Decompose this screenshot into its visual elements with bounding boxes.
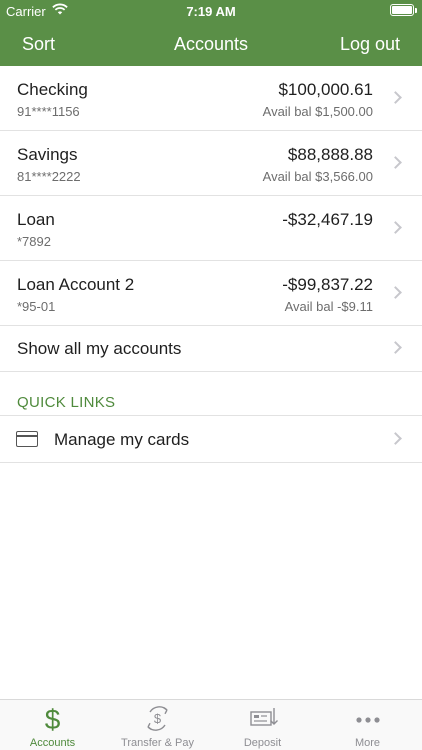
account-number: 91****1156 [17, 104, 80, 119]
account-row-checking[interactable]: Checking 91****1156 $100,000.61 Avail ba… [0, 66, 422, 131]
manage-cards-label: Manage my cards [54, 430, 190, 449]
account-balance: -$99,837.22 [282, 275, 373, 294]
chevron-right-icon [389, 221, 402, 234]
tab-label: Accounts [29, 737, 76, 749]
chevron-right-icon [389, 91, 402, 104]
chevron-right-icon [389, 156, 402, 169]
available-balance: Avail bal -$9.11 [284, 299, 373, 314]
svg-text:$: $ [154, 711, 162, 726]
tab-label: Transfer & Pay [121, 737, 194, 749]
header: Carrier 7:19 AM Sort Accounts Log out [0, 0, 422, 66]
sort-button[interactable]: Sort [22, 34, 55, 55]
account-row-savings[interactable]: Savings 81****2222 $88,888.88 Avail bal … [0, 131, 422, 196]
logout-button[interactable]: Log out [340, 34, 400, 55]
nav-bar: Sort Accounts Log out [0, 22, 422, 66]
tab-bar: $ Accounts $ Transfer & Pay Deposit More [0, 699, 422, 750]
dollar-icon: $ [45, 704, 61, 732]
manage-cards-row[interactable]: Manage my cards [0, 416, 422, 463]
tab-accounts[interactable]: $ Accounts [0, 700, 105, 750]
account-number: *95-01 [17, 299, 56, 314]
svg-text:$: $ [45, 704, 61, 732]
account-name: Loan [17, 210, 55, 229]
available-balance: Avail bal $3,566.00 [262, 169, 373, 184]
show-all-accounts-label: Show all my accounts [17, 339, 182, 358]
tab-more[interactable]: More [315, 700, 420, 750]
status-time: 7:19 AM [186, 4, 236, 19]
check-deposit-icon [250, 708, 278, 726]
tab-deposit[interactable]: Deposit [210, 700, 315, 750]
tab-label: More [354, 737, 381, 749]
account-balance: -$32,467.19 [282, 210, 373, 229]
show-all-accounts-row[interactable]: Show all my accounts [0, 325, 422, 372]
credit-card-icon [16, 431, 38, 447]
account-name: Checking [17, 80, 88, 99]
transfer-icon: $ [147, 706, 168, 731]
account-number: 81****2222 [17, 169, 81, 184]
account-name: Savings [17, 145, 78, 164]
status-bar: Carrier 7:19 AM [0, 0, 422, 22]
account-name: Loan Account 2 [17, 275, 135, 294]
quick-links-title: QUICK LINKS [17, 394, 116, 411]
available-balance: Avail bal $1,500.00 [262, 104, 373, 119]
chevron-right-icon [389, 432, 402, 445]
battery-icon [390, 4, 417, 16]
more-dots-icon [356, 717, 380, 723]
account-number: *7892 [17, 234, 51, 249]
account-balance: $88,888.88 [287, 145, 373, 164]
chevron-right-icon [389, 286, 402, 299]
account-balance: $100,000.61 [278, 80, 373, 99]
tab-label: Deposit [243, 737, 282, 749]
account-row-loan[interactable]: Loan *7892 -$32,467.19 [0, 196, 422, 261]
chevron-right-icon [389, 341, 402, 354]
account-row-loan-account-2[interactable]: Loan Account 2 *95-01 -$99,837.22 Avail … [0, 261, 422, 326]
tab-transfer-pay[interactable]: $ Transfer & Pay [105, 700, 210, 750]
